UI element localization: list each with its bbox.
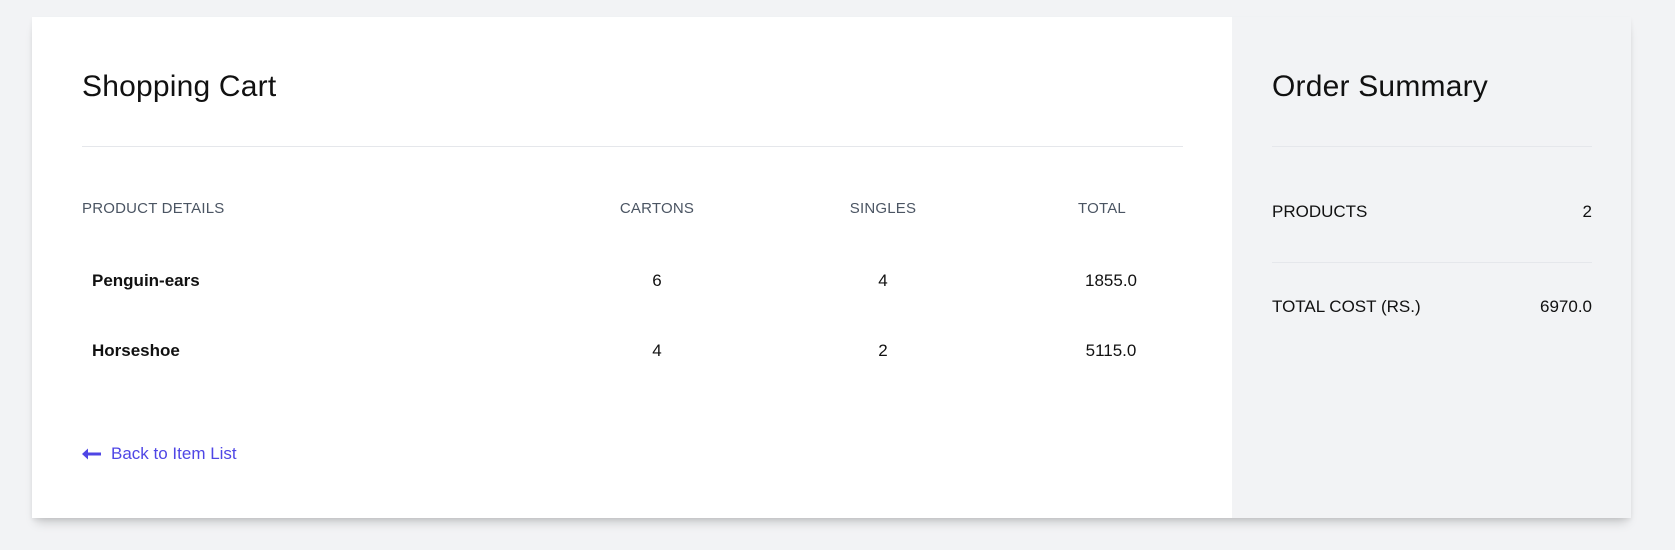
back-link-label: Back to Item List bbox=[111, 444, 237, 463]
back-to-item-list-link[interactable]: Back to Item List bbox=[82, 444, 237, 464]
cart-item-singles: 2 bbox=[878, 341, 888, 360]
summary-products-row: PRODUCTS 2 bbox=[1272, 202, 1592, 222]
cart-item-singles: 4 bbox=[878, 271, 888, 290]
cart-item-cartons: 6 bbox=[652, 271, 662, 290]
column-header-total: TOTAL bbox=[1078, 200, 1126, 217]
cart-item-row: Horseshoe 4 2 5115.0 bbox=[32, 341, 1232, 371]
summary-total-cost-row: TOTAL COST (RS.) 6970.0 bbox=[1272, 297, 1592, 317]
order-summary-panel: Order Summary PRODUCTS 2 TOTAL COST (RS.… bbox=[1232, 17, 1631, 518]
order-summary-title: Order Summary bbox=[1272, 70, 1488, 103]
summary-products-label: PRODUCTS bbox=[1272, 202, 1368, 221]
summary-total-cost-value: 6970.0 bbox=[1540, 297, 1592, 316]
cart-item-name: Horseshoe bbox=[92, 341, 180, 360]
shopping-cart-title: Shopping Cart bbox=[82, 70, 277, 103]
cart-item-row: Penguin-ears 6 4 1855.0 bbox=[32, 271, 1232, 301]
column-header-singles: SINGLES bbox=[849, 200, 917, 217]
cart-item-name: Penguin-ears bbox=[92, 271, 200, 290]
shopping-cart-panel: Shopping Cart PRODUCT DETAILS CARTONS SI… bbox=[32, 17, 1232, 518]
summary-products-count: 2 bbox=[1582, 202, 1592, 221]
column-header-product-details: PRODUCT DETAILS bbox=[82, 200, 225, 217]
summary-divider bbox=[1272, 262, 1592, 263]
cart-item-total: 5115.0 bbox=[1085, 341, 1137, 360]
summary-divider bbox=[1272, 146, 1592, 147]
cart-item-total: 1855.0 bbox=[1085, 271, 1137, 290]
summary-total-cost-label: TOTAL COST (RS.) bbox=[1272, 297, 1421, 316]
column-header-cartons: CARTONS bbox=[619, 200, 695, 217]
arrow-left-icon bbox=[82, 448, 101, 460]
cart-item-cartons: 4 bbox=[652, 341, 662, 360]
cart-card: Shopping Cart PRODUCT DETAILS CARTONS SI… bbox=[32, 17, 1631, 518]
cart-divider bbox=[82, 146, 1183, 147]
